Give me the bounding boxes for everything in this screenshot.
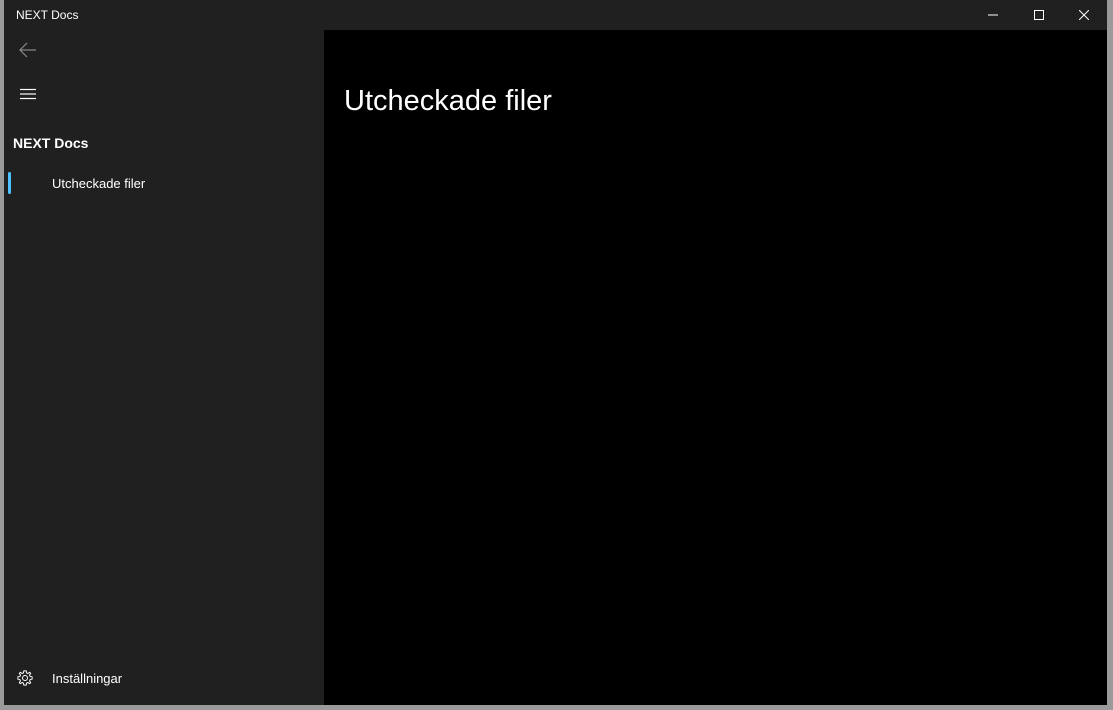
nav-item-settings[interactable]: Inställningar [8, 662, 320, 694]
settings-label: Inställningar [52, 671, 123, 686]
app-window: NEXT Docs NEXT Docs Utcheckade filer Ins… [4, 0, 1107, 705]
back-button[interactable] [8, 32, 48, 68]
navigation-pane: NEXT Docs Utcheckade filer Inställningar [4, 30, 324, 705]
title-bar[interactable]: NEXT Docs [4, 0, 1107, 30]
window-title: NEXT Docs [16, 8, 79, 22]
maximize-icon [1034, 10, 1044, 20]
hamburger-menu-icon [20, 88, 36, 100]
back-arrow-icon [19, 42, 36, 58]
maximize-button[interactable] [1016, 0, 1062, 30]
nav-item-utcheckade-filer[interactable]: Utcheckade filer [8, 168, 320, 196]
close-button[interactable] [1061, 0, 1107, 30]
page-title: Utcheckade filer [344, 85, 552, 118]
content-area: Utcheckade filer [324, 30, 1107, 705]
minimize-icon [988, 14, 998, 16]
pane-header: NEXT Docs [13, 135, 89, 151]
gear-icon [17, 670, 33, 686]
hamburger-menu-button[interactable] [8, 76, 48, 112]
selection-indicator [8, 172, 11, 194]
nav-item-label: Utcheckade filer [52, 176, 146, 191]
close-icon [1079, 10, 1089, 20]
minimize-button[interactable] [970, 0, 1016, 30]
